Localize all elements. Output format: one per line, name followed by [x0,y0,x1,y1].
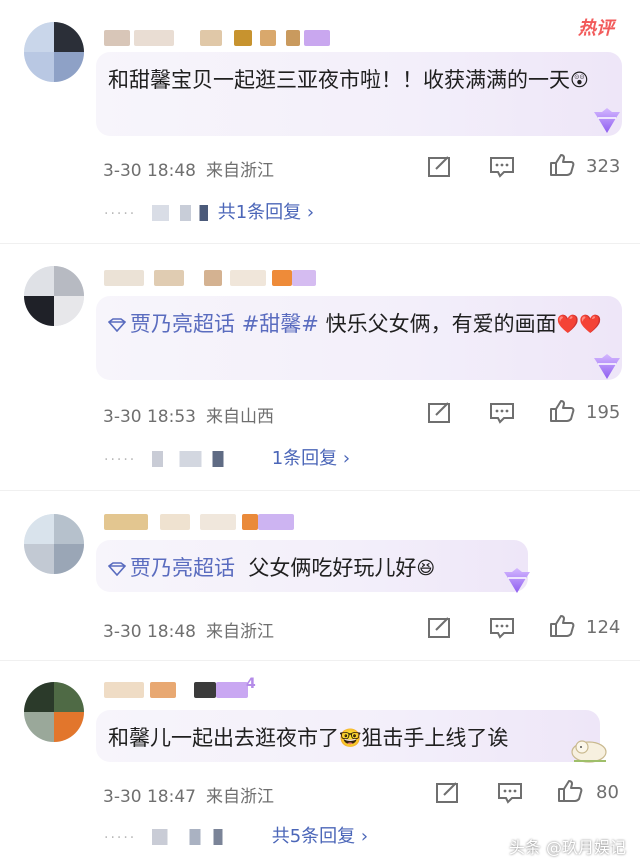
diamond-gem-icon [594,354,620,379]
comment-meta: 3-30 18:48 来自浙江 [103,156,274,181]
like-icon[interactable] [548,614,576,638]
comment-bubble[interactable]: 和甜馨宝贝一起逛三亚夜市啦！！收获满满的一天😲 [96,52,622,136]
hashtag-link[interactable]: #甜馨# [242,312,319,336]
comment-location: 来自浙江 [205,622,274,642]
like-icon[interactable] [548,399,576,423]
reply-link[interactable]: ····· 1条回复 › [104,444,350,470]
surprised-emoji-icon: 😲 [570,70,589,91]
diamond-gem-icon [504,568,530,593]
avatar[interactable] [24,682,84,742]
chevron-right-icon: › [306,202,315,223]
hot-comment-badge: 热评 [578,18,614,39]
sheep-sticker-icon [571,740,607,763]
comment-date: 3-30 18:53 [103,407,196,427]
comment-meta: 3-30 18:47 来自浙江 [103,782,274,807]
reply-dots: ····· [104,830,137,846]
divider [0,660,640,661]
diamond-gem-icon [594,108,620,133]
reply-link[interactable]: ····· 共1条回复 › [104,198,314,224]
divider [0,490,640,491]
share-icon[interactable] [434,781,462,805]
comment-icon[interactable] [488,155,516,179]
avatar[interactable] [24,22,84,82]
reply-count: 共5条回复 [271,826,356,847]
reply-user-blurred [152,829,262,845]
topic-link[interactable]: 贾乃亮超话 [108,556,235,580]
comment-text: 父女俩吃好玩儿好 [248,556,417,580]
reply-count: 1条回复 [271,448,338,469]
avatar[interactable] [24,266,84,326]
share-icon[interactable] [426,616,454,640]
comment-text-2: 狙击手上线了诶 [361,726,509,750]
comment-date: 3-30 18:47 [103,787,196,807]
reply-dots: ····· [104,452,137,468]
username-blurred[interactable] [104,266,324,290]
chevron-right-icon: › [360,826,369,847]
username-blurred[interactable] [104,26,344,50]
comment-text: 和馨儿一起出去逛夜市了 [108,726,339,750]
reply-count: 共1条回复 [217,202,302,223]
comment-meta: 3-30 18:53 来自山西 [103,402,274,427]
comment-location: 来自山西 [205,407,274,427]
watermark-text: 头条 @玖月娱记 [508,838,626,857]
like-count: 80 [596,782,619,803]
comment-icon[interactable] [496,781,524,805]
reply-user-blurred [152,451,262,467]
like-icon[interactable] [556,779,584,803]
comment-meta: 3-30 18:48 来自浙江 [103,617,274,642]
topic-link[interactable]: 贾乃亮超话 [108,312,235,336]
like-count: 124 [586,617,621,638]
diamond-outline-icon [108,318,126,332]
divider [0,243,640,244]
red-hearts-icon: ❤️❤️ [556,314,602,335]
username-blurred[interactable] [104,510,304,534]
comment-icon[interactable] [488,401,516,425]
like-count: 195 [586,402,621,423]
comment-text: 快乐父女俩，有爱的画面 [325,312,557,336]
level-badge: 4 [246,676,256,692]
avatar[interactable] [24,514,84,574]
like-icon[interactable] [548,153,576,177]
comment-bubble[interactable]: 贾乃亮超话 #甜馨# 快乐父女俩，有爱的画面❤️❤️ [96,296,622,380]
comment-location: 来自浙江 [205,161,274,181]
reply-link[interactable]: ····· 共5条回复 › [104,822,368,848]
reply-user-blurred [152,205,208,221]
comment-date: 3-30 18:48 [103,161,196,181]
laughing-emoji-icon: 😆 [416,558,436,579]
reply-dots: ····· [104,206,137,222]
nerd-emoji-icon: 🤓 [339,728,362,749]
chevron-right-icon: › [342,448,351,469]
like-count: 323 [586,156,621,177]
comment-text: 和甜馨宝贝一起逛三亚夜市啦！！收获满满的一天 [108,68,570,92]
comment-icon[interactable] [488,616,516,640]
share-icon[interactable] [426,401,454,425]
comment-bubble[interactable]: 和馨儿一起出去逛夜市了🤓狙击手上线了诶 [96,710,600,762]
share-icon[interactable] [426,155,454,179]
comment-location: 来自浙江 [205,787,274,807]
username-blurred[interactable] [104,678,264,702]
comment-bubble[interactable]: 贾乃亮超话 父女俩吃好玩儿好😆 [96,540,528,592]
diamond-outline-icon [108,562,126,576]
comment-date: 3-30 18:48 [103,622,196,642]
